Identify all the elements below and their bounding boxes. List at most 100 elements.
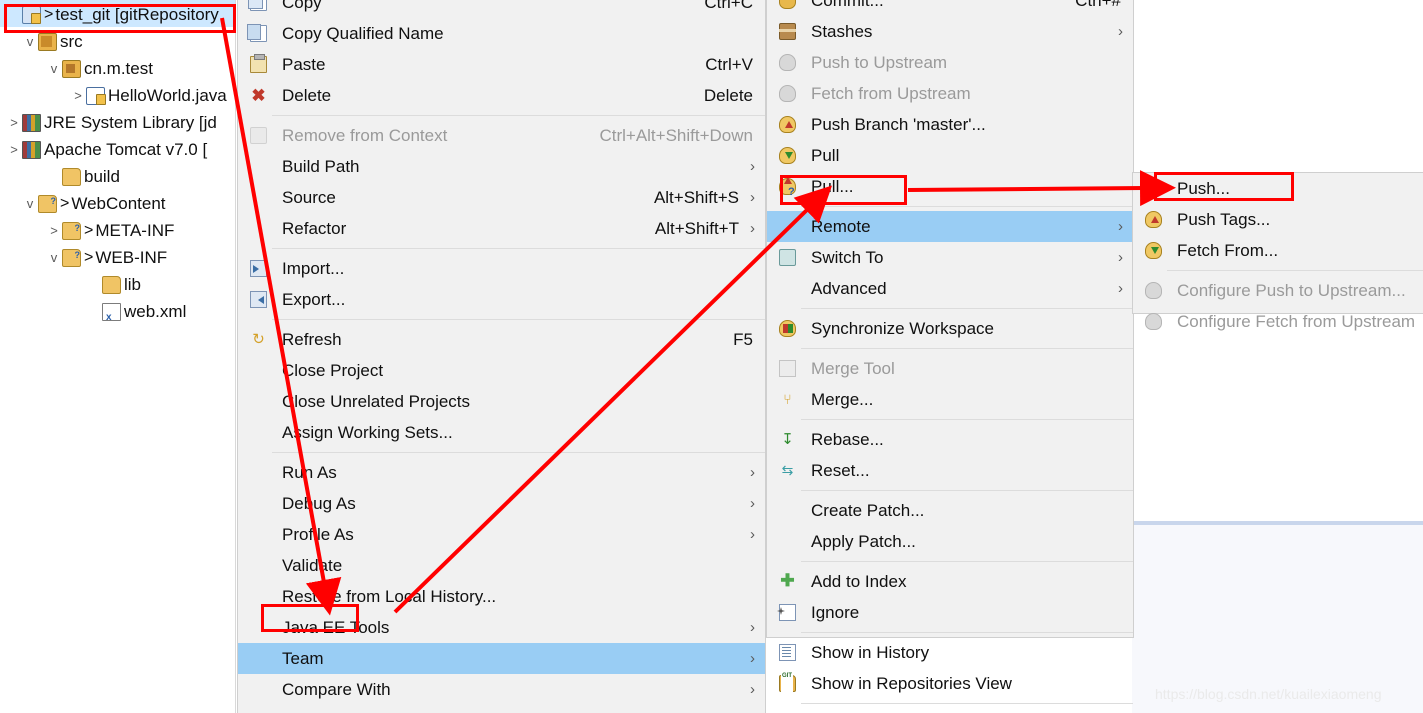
tree-item-label: build (84, 167, 120, 187)
menu-item-configure-push-to-upstream: Configure Push to Upstream... (1133, 275, 1423, 306)
menu-item-show-in-history[interactable]: Show in History (767, 637, 1133, 668)
fetch-upstream-icon (779, 85, 796, 102)
menu-item-label: Copy Qualified Name (282, 24, 444, 43)
menu-item-import[interactable]: Import... (238, 253, 765, 284)
export-icon (250, 291, 267, 308)
fetch-from-icon (1145, 242, 1162, 259)
menu-item-show-in-repositories-view[interactable]: Show in Repositories View (767, 661, 1133, 699)
menu-item-replace-with[interactable]: Replace With› (238, 705, 765, 713)
chevron-right-icon[interactable]: > (6, 136, 22, 163)
menu-item-label: Run As (282, 463, 337, 482)
menu-item-label: Remote (811, 217, 871, 236)
team-submenu[interactable]: Commit... Ctrl+# Stashes › Push to Upstream F… (766, 0, 1134, 704)
menu-item-reset[interactable]: ⇆ Reset... (767, 455, 1133, 486)
tree-item-apache-tomcat-v7-0[interactable]: > Apache Tomcat v7.0 [ (0, 135, 235, 162)
menu-item-advanced[interactable]: Advanced › (767, 273, 1133, 304)
tree-item-label: web.xml (124, 302, 187, 322)
remove-context-icon (250, 127, 267, 144)
menu-item-configure-fetch-from-upstream: Configure Fetch from Upstream (1133, 306, 1423, 337)
chevron-right-icon: › (750, 619, 755, 636)
menu-item-debug-as[interactable]: Debug As › (238, 488, 765, 519)
menu-item-label: Fetch From... (1177, 241, 1279, 260)
tree-item-helloworld-java[interactable]: > HelloWorld.java (0, 81, 235, 108)
source-folder-icon (38, 32, 57, 51)
menu-item-label: Debug As (282, 494, 356, 513)
menu-item-shortcut: Ctrl+C (704, 0, 753, 12)
menu-item-ignore[interactable]: Ignore (767, 597, 1133, 628)
menu-item-delete[interactable]: ✖ Delete Delete (238, 80, 765, 111)
menu-separator (1167, 270, 1423, 271)
menu-item-refactor[interactable]: Refactor Alt+Shift+T › (238, 213, 765, 244)
menu-item-source[interactable]: Source Alt+Shift+S › (238, 182, 765, 213)
chevron-down-icon[interactable]: v (22, 190, 38, 217)
tree-item-web-inf[interactable]: v >WEB-INF (0, 242, 235, 271)
package-explorer-tree[interactable]: www >test_git [gitRepositoryvsrcvcn.m.te… (0, 0, 236, 713)
menu-item-copy-qualified-name[interactable]: Copy Qualified Name (238, 18, 765, 49)
tree-item-label: HelloWorld.java (108, 86, 227, 106)
menu-separator (272, 248, 765, 249)
menu-item-commit[interactable]: Commit... Ctrl+# (767, 0, 1133, 16)
menu-item-copy[interactable]: Copy Ctrl+C (238, 0, 765, 18)
chevron-right-icon[interactable]: > (6, 109, 22, 136)
editor-blank-area (1132, 313, 1423, 522)
menu-item-paste[interactable]: Paste Ctrl+V (238, 49, 765, 80)
chevron-down-icon[interactable]: v (46, 244, 62, 271)
menu-item-close-project[interactable]: Close Project (238, 355, 765, 386)
menu-item-create-patch[interactable]: Create Patch... (767, 495, 1133, 526)
chevron-right-icon: › (750, 526, 755, 543)
menu-separator (272, 115, 765, 116)
menu-item-apply-patch[interactable]: Apply Patch... (767, 526, 1133, 557)
menu-item-push-to-upstream: Push to Upstream (767, 47, 1133, 78)
chevron-down-icon[interactable]: v (46, 55, 62, 82)
tree-item-build[interactable]: build (0, 162, 235, 189)
menu-separator (801, 632, 1133, 633)
menu-item-label: Add to Index (811, 572, 907, 591)
decorator-gt: > (84, 249, 94, 266)
tree-item-lib[interactable]: lib (0, 270, 235, 297)
menu-item-team[interactable]: Team › (238, 643, 765, 674)
menu-item-remote[interactable]: Remote › (767, 211, 1133, 242)
menu-item-fetch-from[interactable]: Fetch From... (1133, 235, 1423, 266)
menu-item-push-tags[interactable]: Push Tags... (1133, 204, 1423, 235)
menu-item-synchronize-workspace[interactable]: Synchronize Workspace (767, 313, 1133, 344)
menu-item-run-as[interactable]: Run As › (238, 457, 765, 488)
chevron-right-icon[interactable]: > (46, 217, 62, 244)
menu-item-refresh[interactable]: ↻ Refresh F5 (238, 324, 765, 355)
menu-item-disconnect[interactable]: ✄Disconnect (767, 708, 1133, 713)
menu-item-rebase[interactable]: ↧ Rebase... (767, 424, 1133, 455)
menu-item-export[interactable]: Export... (238, 284, 765, 315)
tree-item-cn-m-test[interactable]: v cn.m.test (0, 54, 235, 81)
menu-item-merge[interactable]: ⑂ Merge... (767, 384, 1133, 415)
menu-item-validate[interactable]: Validate (238, 550, 765, 581)
tree-item-meta-inf[interactable]: >>META-INF (0, 215, 235, 244)
menu-item-compare-with[interactable]: Compare With › (238, 674, 765, 705)
menu-item-shortcut: Ctrl+Alt+Shift+Down (599, 126, 753, 145)
copy-qualified-icon (247, 24, 267, 42)
xml-file-icon (102, 302, 121, 331)
menu-item-shortcut: F5 (733, 330, 753, 349)
menu-item-build-path[interactable]: Build Path › (238, 151, 765, 182)
menu-item-pull[interactable]: Pull (767, 140, 1133, 171)
menu-item-close-unrelated-projects[interactable]: Close Unrelated Projects (238, 386, 765, 417)
menu-item-label: Push Branch 'master'... (811, 115, 986, 134)
menu-item-label: Import... (282, 259, 345, 278)
folder-question-icon (62, 215, 81, 242)
chevron-right-icon: › (1118, 249, 1123, 266)
menu-separator (272, 319, 765, 320)
tree-item-jre-system-library-jd[interactable]: > JRE System Library [jd (0, 108, 235, 135)
menu-item-stashes[interactable]: Stashes › (767, 16, 1133, 47)
menu-item-push-branch-master[interactable]: Push Branch 'master'... (767, 109, 1133, 140)
menu-item-switch-to[interactable]: Switch To › (767, 242, 1133, 273)
menu-item-label: Create Patch... (811, 501, 925, 520)
tree-item-webcontent[interactable]: v >WebContent (0, 188, 235, 217)
menu-item-add-to-index[interactable]: ✚ Add to Index (767, 566, 1133, 597)
menu-item-label: Close Unrelated Projects (282, 392, 471, 411)
menu-item-profile-as[interactable]: Profile As › (238, 519, 765, 550)
menu-item-remove-from-context: Remove from Context Ctrl+Alt+Shift+Down (238, 120, 765, 151)
menu-item-assign-working-sets[interactable]: Assign Working Sets... (238, 417, 765, 448)
add-to-index-icon: ✚ (780, 571, 795, 590)
menu-item-fetch-from-upstream: Fetch from Upstream (767, 78, 1133, 109)
tree-item-web-xml[interactable]: web.xml (0, 297, 235, 331)
chevron-right-icon[interactable]: > (70, 82, 86, 109)
tree-row-list[interactable]: > test_git [gitRepository v src v cn.m.test > H… (0, 0, 235, 331)
